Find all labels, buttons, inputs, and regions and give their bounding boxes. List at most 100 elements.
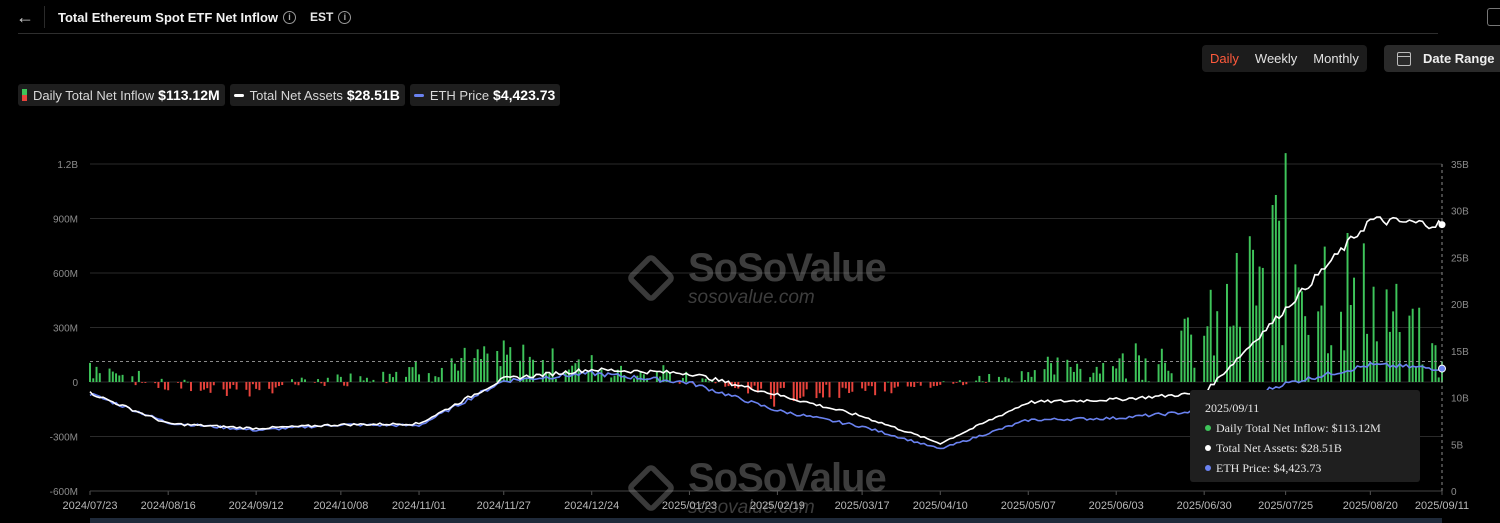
inflow-bar <box>365 377 368 382</box>
inflow-bar <box>828 382 831 398</box>
inflow-bar <box>1020 371 1023 382</box>
inflow-bar <box>1248 236 1251 382</box>
inflow-bar <box>1281 345 1284 382</box>
inflow-bar <box>620 365 623 382</box>
inflow-bar <box>1157 364 1160 382</box>
inflow-bar <box>932 382 935 387</box>
inflow-bar <box>274 382 277 388</box>
inflow-bar <box>1102 362 1105 382</box>
inflow-bar <box>1304 316 1307 382</box>
inflow-bar <box>942 381 945 383</box>
inflow-bar <box>1007 378 1010 382</box>
inflow-bar <box>326 377 329 382</box>
inflow-bar <box>890 382 893 394</box>
inflow-bar <box>134 382 137 386</box>
inflow-bar <box>844 382 847 389</box>
y-left-tick-label: 600M <box>53 269 78 280</box>
inflow-bar <box>861 382 864 389</box>
inflow-bar <box>841 382 844 388</box>
inflow-bar <box>431 381 434 383</box>
inflow-bar <box>1297 287 1300 382</box>
inflow-bar <box>1089 377 1092 382</box>
x-tick-label: 2025/06/30 <box>1177 500 1232 512</box>
inflow-bar <box>1408 315 1411 382</box>
inflow-bar <box>320 382 323 384</box>
inflow-bar <box>1115 368 1118 382</box>
inflow-bar <box>1098 373 1101 382</box>
inflow-bar <box>1167 370 1170 382</box>
x-tick-label: 2024/08/16 <box>141 500 196 512</box>
inflow-bar <box>235 382 238 390</box>
inflow-bar <box>486 353 489 382</box>
inflow-bar <box>1001 380 1004 382</box>
inflow-bar <box>1307 334 1310 382</box>
x-tick-label: 2024/12/24 <box>564 500 619 512</box>
inflow-bar <box>984 382 987 383</box>
inflow-bar <box>1027 372 1030 382</box>
inflow-bar <box>108 368 111 382</box>
inflow-bar <box>229 382 232 389</box>
inflow-bar <box>1284 153 1287 382</box>
inflow-bar <box>965 382 968 385</box>
y-left-tick-label: 1.2B <box>57 160 78 171</box>
x-tick-label: 2024/11/27 <box>477 500 531 512</box>
inflow-bar <box>1271 205 1274 382</box>
inflow-bar <box>294 382 297 385</box>
inflow-bar <box>1092 372 1095 382</box>
inflow-bar <box>154 382 157 384</box>
inflow-bar <box>760 382 763 389</box>
inflow-bar <box>909 382 912 387</box>
inflow-bar <box>633 378 636 382</box>
inflow-bar <box>708 381 710 383</box>
inflow-bar <box>457 370 460 382</box>
inflow-bar <box>929 382 932 388</box>
inflow-bar <box>1437 377 1440 382</box>
inflow-bar <box>936 382 939 386</box>
y-right-tick-label: 10B <box>1451 394 1469 405</box>
inflow-bar <box>1053 374 1056 382</box>
inflow-bar <box>1170 373 1173 382</box>
inflow-bar <box>874 382 877 396</box>
inflow-bar <box>245 382 248 390</box>
y-right-tick-label: 25B <box>1451 253 1469 264</box>
inflow-bar <box>92 378 95 382</box>
inflow-bar <box>1372 286 1375 382</box>
inflow-bar <box>317 379 320 382</box>
inflow-bar <box>795 382 798 402</box>
inflow-bar <box>405 376 407 382</box>
inflow-bar <box>89 362 91 382</box>
inflow-bar <box>1190 334 1193 382</box>
inflow-bar <box>753 382 756 386</box>
inflow-bar <box>1004 377 1007 382</box>
inflow-bar <box>1209 289 1212 382</box>
inflow-bar <box>1414 366 1417 382</box>
tooltip-price-row: ETH Price: $4,423.73 <box>1205 461 1321 476</box>
inflow-bar <box>183 379 186 382</box>
inflow-bar <box>906 382 909 387</box>
inflow-bar <box>799 382 802 399</box>
inflow-bar <box>1343 350 1346 382</box>
inflow-bar <box>1239 326 1241 382</box>
inflow-bar <box>144 382 147 383</box>
x-tick-label: 2025/02/19 <box>750 500 805 512</box>
inflow-bar <box>297 382 300 386</box>
price-marker <box>1438 364 1446 373</box>
inflow-bar <box>440 367 443 382</box>
inflow-bar <box>1216 311 1219 382</box>
inflow-bar <box>1326 353 1329 382</box>
inflow-bar <box>1398 332 1401 382</box>
inflow-bar <box>962 382 965 386</box>
inflow-bar <box>1095 366 1098 382</box>
inflow-bar <box>1274 194 1277 382</box>
inflow-bar <box>1411 308 1414 382</box>
tooltip-inflow: Daily Total Net Inflow: $113.12M <box>1216 421 1381 435</box>
inflow-bar <box>408 367 411 382</box>
inflow-bar <box>186 381 189 383</box>
inflow-bar <box>313 382 316 383</box>
range-slider[interactable] <box>90 518 1442 523</box>
inflow-bar <box>1206 326 1209 382</box>
blue-dot-icon <box>1205 465 1211 471</box>
inflow-bar <box>434 376 437 382</box>
inflow-bar <box>160 378 163 382</box>
inflow-bar <box>1252 249 1255 382</box>
